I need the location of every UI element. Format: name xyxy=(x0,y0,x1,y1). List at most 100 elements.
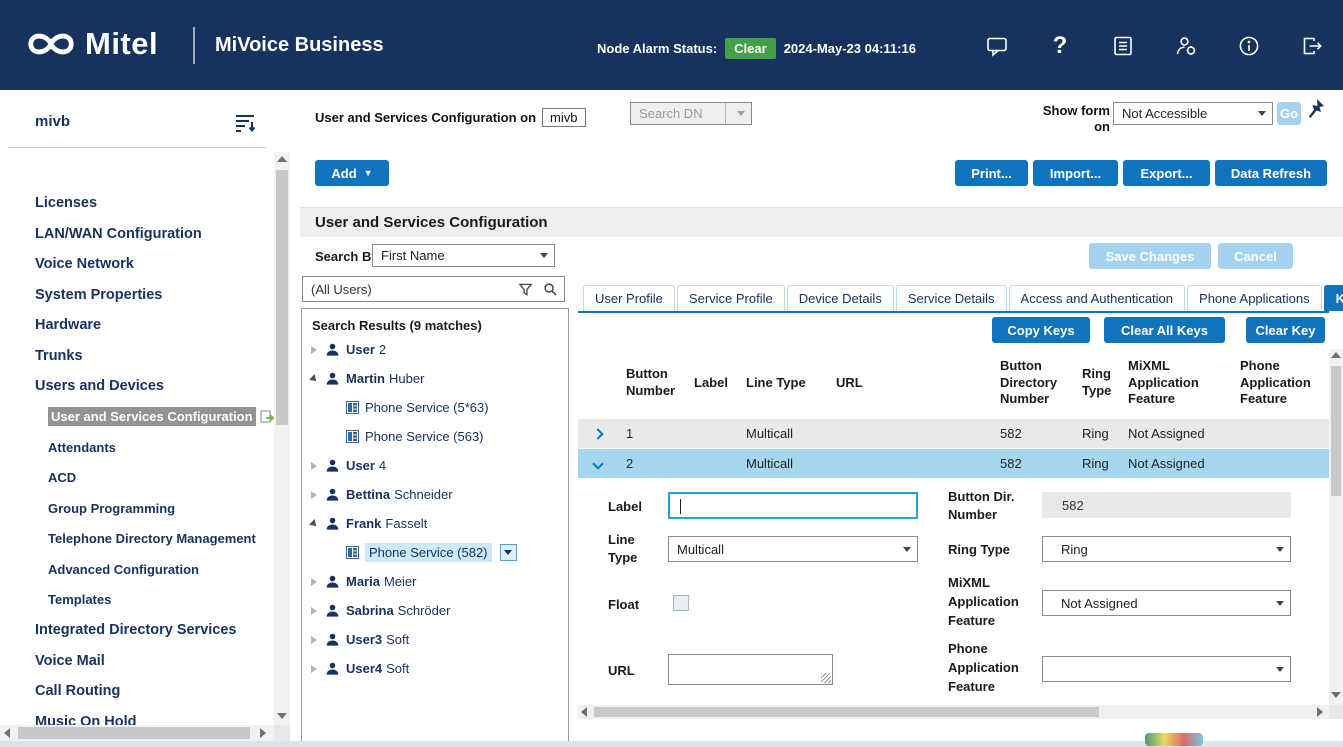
expander-icon[interactable] xyxy=(309,374,319,384)
sidebar-item-attendants[interactable]: Attendants xyxy=(0,432,274,463)
cancel-button[interactable]: Cancel xyxy=(1218,243,1293,269)
search-dn-combobox[interactable]: Search DN xyxy=(630,102,752,125)
details-vscroll-thumb[interactable] xyxy=(1331,366,1341,496)
expander-icon[interactable] xyxy=(309,519,319,529)
line-type-select[interactable]: Multicall xyxy=(668,536,918,562)
sidebar-item-voice-network[interactable]: Voice Network xyxy=(0,249,274,280)
list-item-user[interactable]: SabrinaSchröder xyxy=(302,596,568,625)
tab-phone-applications[interactable]: Phone Applications xyxy=(1187,285,1322,311)
sidebar-item-telephone-directory[interactable]: Telephone Directory Management xyxy=(0,524,274,555)
import-button[interactable]: Import... xyxy=(1033,160,1118,186)
scroll-left-arrow[interactable] xyxy=(581,707,587,717)
sidebar-item-group-programming[interactable]: Group Programming xyxy=(0,493,274,524)
add-button[interactable]: Add▼ xyxy=(315,160,389,186)
sidebar-item-integrated-directory[interactable]: Integrated Directory Services xyxy=(0,615,274,646)
sidebar-item-acd[interactable]: ACD xyxy=(0,463,274,494)
list-item-user[interactable]: MariaMeier xyxy=(302,567,568,596)
tab-access-authentication[interactable]: Access and Authentication xyxy=(1009,285,1186,311)
event-log-icon[interactable] xyxy=(1110,33,1136,59)
sidebar-item-templates[interactable]: Templates xyxy=(0,585,274,616)
key-row-2-selected[interactable]: 2 Multicall 582 Ring Not Assigned xyxy=(578,449,1329,479)
sidebar-scroll-thumb[interactable] xyxy=(276,170,288,425)
export-button[interactable]: Export... xyxy=(1123,160,1210,186)
search-by-label: Search By xyxy=(315,249,379,264)
scroll-down-arrow[interactable] xyxy=(277,713,287,719)
list-item-user[interactable]: FrankFasselt xyxy=(302,509,568,538)
list-item-user[interactable]: User3Soft xyxy=(302,625,568,654)
service-menu-button[interactable] xyxy=(500,544,517,561)
scroll-right-arrow[interactable] xyxy=(1317,707,1323,717)
sidebar-item-licenses[interactable]: Licenses xyxy=(0,188,274,219)
expander-icon[interactable] xyxy=(311,491,317,499)
clear-all-keys-button[interactable]: Clear All Keys xyxy=(1104,317,1225,343)
label-input[interactable] xyxy=(668,492,918,519)
tab-keys[interactable]: Keys xyxy=(1324,285,1343,311)
sidebar-item-call-routing[interactable]: Call Routing xyxy=(0,676,274,707)
clear-key-button[interactable]: Clear Key xyxy=(1246,317,1325,343)
sidebar-hscroll-thumb[interactable] xyxy=(18,727,250,739)
list-item-user[interactable]: BettinaSchneider xyxy=(302,480,568,509)
filter-funnel-icon[interactable] xyxy=(518,282,533,297)
float-checkbox[interactable] xyxy=(673,595,689,611)
help-icon[interactable]: ? xyxy=(1047,33,1073,59)
save-changes-button[interactable]: Save Changes xyxy=(1089,243,1211,269)
sort-az-icon[interactable] xyxy=(232,110,258,139)
copy-keys-button[interactable]: Copy Keys xyxy=(992,317,1090,343)
data-refresh-button[interactable]: Data Refresh xyxy=(1215,160,1327,186)
phone-app-feature-select[interactable] xyxy=(1042,656,1291,682)
sidebar-item-lan-wan[interactable]: LAN/WAN Configuration xyxy=(0,219,274,250)
sidebar-item-user-services-configuration[interactable]: User and Services Configuration xyxy=(0,402,274,433)
list-item-user[interactable]: MartinHuber xyxy=(302,364,568,393)
tab-user-profile[interactable]: User Profile xyxy=(583,285,675,311)
list-item-phone-service[interactable]: Phone Service (563) xyxy=(302,422,568,451)
list-item-phone-service-selected[interactable]: Phone Service (582) xyxy=(302,538,568,567)
phone-service-icon xyxy=(346,546,359,559)
tab-service-details[interactable]: Service Details xyxy=(896,285,1007,311)
list-item-user[interactable]: User4 xyxy=(302,451,568,480)
sidebar-item-users-devices[interactable]: Users and Devices xyxy=(0,371,274,402)
scroll-up-arrow[interactable] xyxy=(1331,352,1341,358)
list-item-phone-service[interactable]: Phone Service (5*63) xyxy=(302,393,568,422)
show-form-label: Show form on xyxy=(1042,103,1110,134)
search-icon[interactable] xyxy=(543,282,558,297)
user-icon xyxy=(325,632,340,647)
collapse-row-icon[interactable] xyxy=(592,458,603,469)
resize-handle-icon[interactable] xyxy=(821,673,831,683)
expander-icon[interactable] xyxy=(311,607,317,615)
logout-icon[interactable] xyxy=(1299,33,1325,59)
show-form-select[interactable]: Not Accessible xyxy=(1113,102,1273,125)
mixml-feature-select[interactable]: Not Assigned xyxy=(1042,590,1291,616)
details-hscroll-thumb[interactable] xyxy=(594,707,1099,717)
expander-icon[interactable] xyxy=(311,462,317,470)
ring-type-select[interactable]: Ring xyxy=(1042,536,1291,562)
expander-icon[interactable] xyxy=(311,636,317,644)
chevron-down-icon xyxy=(1258,111,1266,116)
sidebar-item-hardware[interactable]: Hardware xyxy=(0,310,274,341)
pin-icon[interactable] xyxy=(1305,98,1325,123)
go-button[interactable]: Go xyxy=(1277,102,1301,125)
list-item-user[interactable]: User4Soft xyxy=(302,654,568,683)
admin-user-icon[interactable] xyxy=(1173,33,1199,59)
url-textarea[interactable] xyxy=(668,654,833,685)
search-by-select[interactable]: First Name xyxy=(372,244,555,267)
expander-icon[interactable] xyxy=(311,346,317,354)
sidebar-item-trunks[interactable]: Trunks xyxy=(0,341,274,372)
sidebar-item-advanced-configuration[interactable]: Advanced Configuration xyxy=(0,554,274,585)
tab-service-profile[interactable]: Service Profile xyxy=(677,285,785,311)
tab-device-details[interactable]: Device Details xyxy=(787,285,894,311)
print-button[interactable]: Print... xyxy=(955,160,1028,186)
scroll-right-arrow[interactable] xyxy=(260,728,266,738)
sidebar-item-voice-mail[interactable]: Voice Mail xyxy=(0,646,274,677)
scroll-up-arrow[interactable] xyxy=(277,156,287,162)
chat-icon[interactable] xyxy=(984,33,1010,59)
expander-icon[interactable] xyxy=(311,665,317,673)
expander-icon[interactable] xyxy=(311,578,317,586)
scroll-left-arrow[interactable] xyxy=(4,728,10,738)
list-item-user[interactable]: User2 xyxy=(302,335,568,364)
scroll-down-arrow[interactable] xyxy=(1331,692,1341,698)
info-icon[interactable] xyxy=(1236,33,1262,59)
sidebar-item-system-properties[interactable]: System Properties xyxy=(0,280,274,311)
expand-row-icon[interactable] xyxy=(592,428,603,439)
user-filter-input[interactable]: (All Users) xyxy=(302,276,565,302)
key-row-1[interactable]: 1 Multicall 582 Ring Not Assigned xyxy=(578,419,1329,449)
